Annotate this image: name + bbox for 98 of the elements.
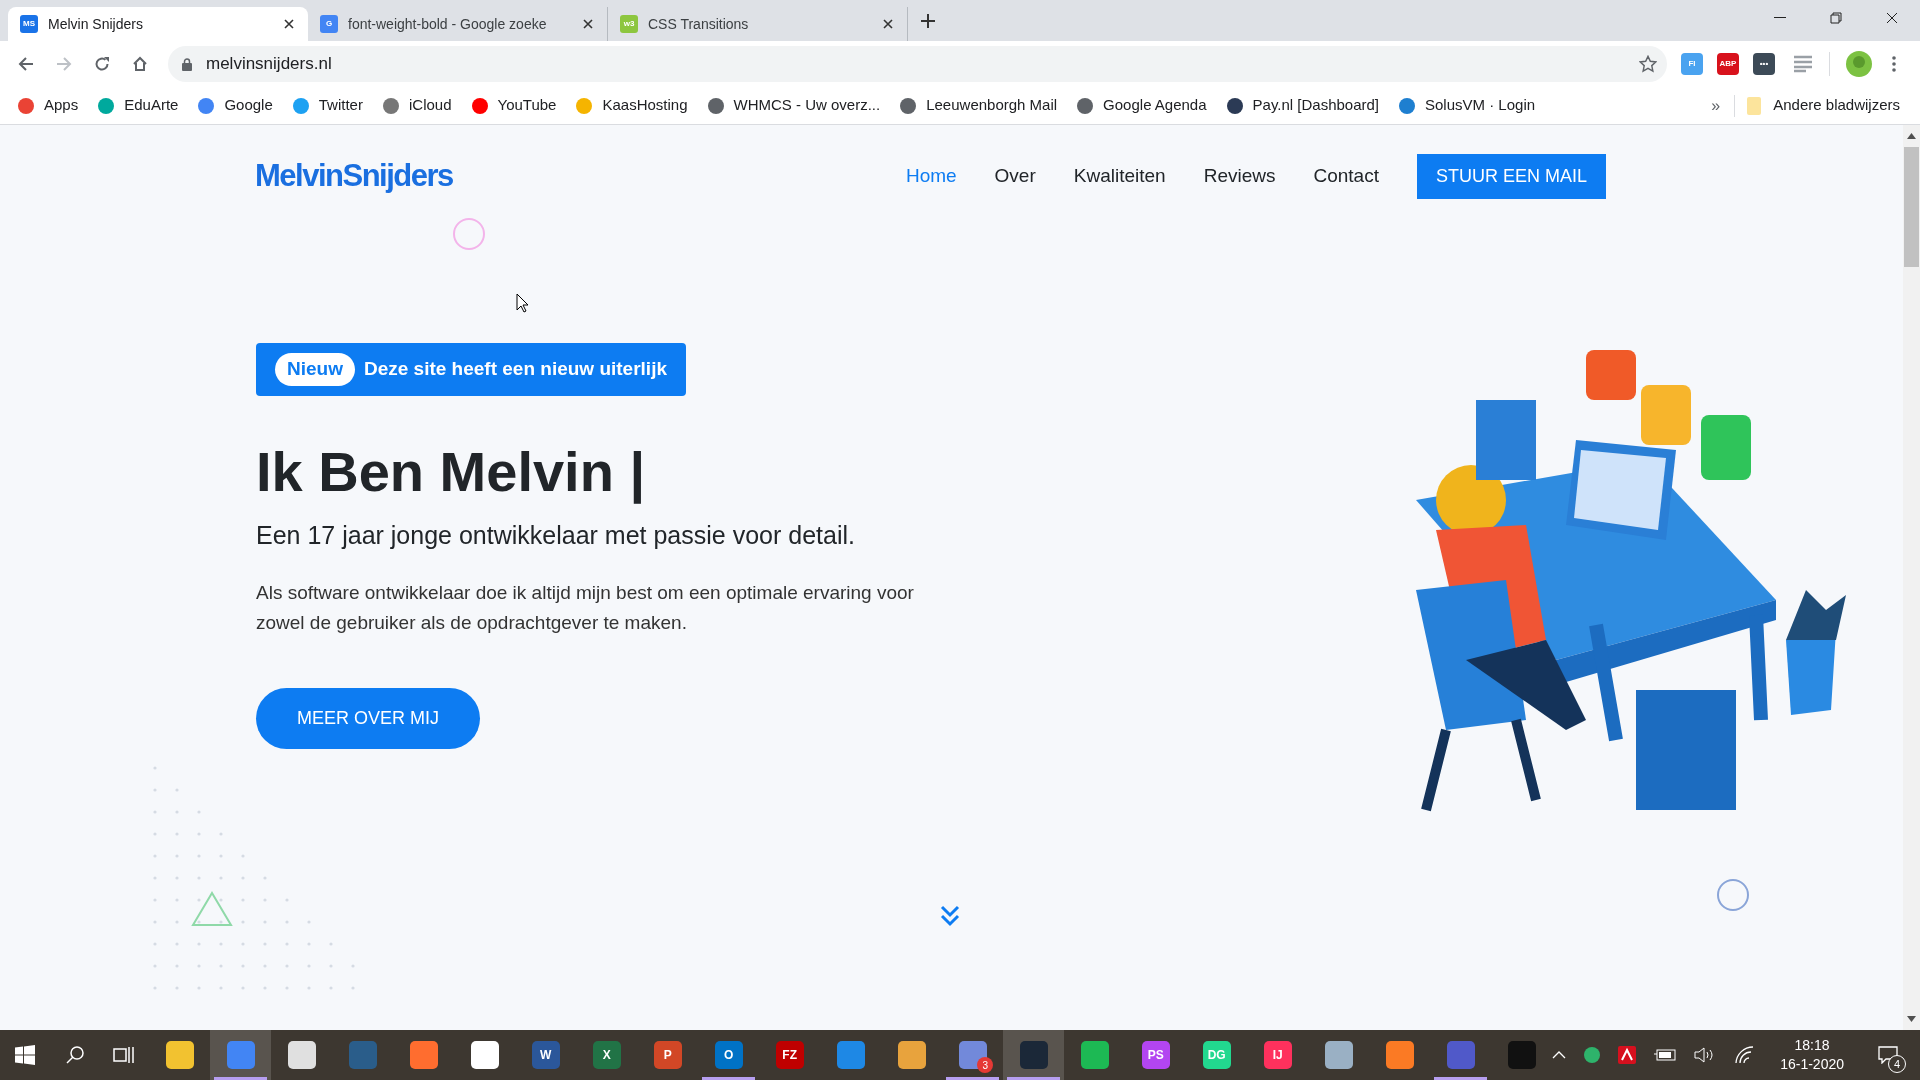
taskbar-app-button[interactable]: X xyxy=(576,1030,638,1080)
hero-heading: Ik Ben Melvin | xyxy=(256,438,647,505)
url-text: melvinsnijders.nl xyxy=(206,53,332,76)
announcement-banner[interactable]: Nieuw Deze site heeft een nieuw uiterlijk xyxy=(256,342,686,396)
more-bookmarks-chevron[interactable]: » xyxy=(1711,93,1721,118)
action-center-button[interactable]: 4 xyxy=(1868,1035,1908,1075)
lock-icon xyxy=(182,57,192,71)
send-mail-button[interactable]: STUUR EEN MAIL xyxy=(1416,153,1606,199)
mouse-cursor-icon xyxy=(516,293,530,313)
double-chevron-down-icon[interactable] xyxy=(940,905,960,927)
home-icon xyxy=(132,56,148,72)
extension-icon[interactable]: ABP xyxy=(1717,53,1739,75)
close-tab-icon[interactable] xyxy=(883,19,893,29)
bookmark-link[interactable]: Leeuwenborgh Mail xyxy=(926,94,1058,117)
taskbar-app-button[interactable]: P xyxy=(637,1030,699,1080)
circle-outline-icon xyxy=(1716,878,1750,912)
app-icon: IJ xyxy=(1263,1041,1292,1069)
bookmark-link[interactable]: WHMCS - Uw overz... xyxy=(733,94,881,117)
tab-favicon: MS xyxy=(20,15,38,33)
taskbar-app-button[interactable]: FZ xyxy=(759,1030,821,1080)
address-bar[interactable]: melvinsnijders.nl xyxy=(168,46,1667,82)
browser-tab[interactable]: MS Melvin Snijders xyxy=(8,7,308,41)
taskbar-app-button[interactable]: W xyxy=(515,1030,577,1080)
profile-avatar-icon[interactable] xyxy=(1846,51,1872,77)
scroll-down-arrow-icon xyxy=(1907,1016,1916,1022)
running-indicator xyxy=(1007,1077,1061,1080)
plus-icon xyxy=(920,13,936,29)
notification-count: 4 xyxy=(1888,1055,1906,1073)
taskbar-app-button[interactable]: PS xyxy=(1125,1030,1187,1080)
nav-link[interactable]: Kwaliteiten xyxy=(1073,162,1166,191)
app-icon: W xyxy=(531,1041,560,1069)
app-icon: O xyxy=(714,1041,743,1069)
running-indicator xyxy=(214,1077,268,1080)
taskbar-app-button[interactable]: 3 xyxy=(942,1030,1004,1080)
bookmark-link[interactable]: Twitter xyxy=(318,94,363,117)
windows-start-icon[interactable] xyxy=(14,1045,35,1065)
hero-subtitle: Een 17 jaar jonge ontwikkelaar met passie voor detail. xyxy=(256,519,856,551)
bookmark-link[interactable]: YouTube xyxy=(497,94,557,117)
restore-icon xyxy=(1830,12,1842,24)
more-about-me-button[interactable]: MEER OVER MIJ xyxy=(256,688,480,750)
nav-link[interactable]: Reviews xyxy=(1203,162,1276,191)
other-bookmarks-link[interactable]: Andere bladwijzers xyxy=(1773,94,1900,117)
folder-icon xyxy=(1747,96,1762,115)
clock-date: 16-1-2020 xyxy=(1780,1055,1844,1074)
app-icon: FZ xyxy=(775,1041,804,1069)
clock-time: 18:18 xyxy=(1794,1036,1830,1055)
taskbar-app-button[interactable] xyxy=(1003,1030,1065,1080)
back-arrow-icon xyxy=(18,56,34,72)
app-icon: X xyxy=(592,1041,621,1069)
bookmark-link[interactable]: Google xyxy=(224,94,273,117)
minimize-icon xyxy=(1774,17,1786,19)
chevron-up-icon[interactable] xyxy=(1552,1051,1567,1059)
extension-icon[interactable]: ••• xyxy=(1753,53,1775,75)
hero-paragraph: Als software ontwikkelaar doe ik altijd mijn best om een optimale ervaring voor zowel de gebruiker als de opdrachtgever te maken. xyxy=(256,581,915,636)
nav-link[interactable]: Home xyxy=(905,162,957,191)
bookmark-link[interactable]: SolusVM · Login xyxy=(1425,94,1536,117)
bookmark-link[interactable]: EduArte xyxy=(124,94,179,117)
tab-favicon: w3 xyxy=(620,15,638,33)
scrollbar[interactable] xyxy=(1903,125,1920,1030)
task-view-icon[interactable] xyxy=(113,1046,136,1064)
reload-icon xyxy=(94,56,110,72)
extension-lines-icon[interactable] xyxy=(1793,55,1813,73)
bookmark-link[interactable]: Pay.nl [Dashboard] xyxy=(1252,94,1379,117)
new-badge: Nieuw xyxy=(275,352,355,386)
scroll-up-arrow-icon xyxy=(1907,133,1916,139)
running-indicator xyxy=(946,1077,1000,1080)
app-icon: P xyxy=(653,1041,682,1069)
tab-favicon: G xyxy=(320,15,338,33)
bookmark-link[interactable]: Apps xyxy=(44,94,79,117)
tab-title: CSS Transitions xyxy=(648,14,750,34)
status-dot-icon[interactable] xyxy=(1584,1047,1601,1063)
bookmark-link[interactable]: Google Agenda xyxy=(1103,94,1207,117)
bookmark-star-icon[interactable] xyxy=(1639,55,1657,73)
circle-outline-icon xyxy=(452,217,486,251)
taskbar-app-button[interactable]: IJ xyxy=(1247,1030,1309,1080)
app-icon: PS xyxy=(1141,1041,1170,1069)
scrollbar-thumb[interactable] xyxy=(1904,147,1919,267)
app-icon: DG xyxy=(1202,1041,1231,1069)
bookmark-link[interactable]: iCloud xyxy=(408,94,452,117)
clock[interactable]: 18:18 16-1-2020 xyxy=(1774,1036,1850,1074)
announcement-text: Deze site heeft een nieuw uiterlijk xyxy=(363,356,667,381)
tab-title: Melvin Snijders xyxy=(48,14,144,34)
close-tab-icon[interactable] xyxy=(583,19,593,29)
nav-link[interactable]: Contact xyxy=(1313,162,1379,191)
battery-icon[interactable] xyxy=(1654,1048,1677,1062)
bookmark-link[interactable]: KaasHosting xyxy=(602,94,688,117)
notification-badge: 3 xyxy=(977,1057,994,1073)
site-logo[interactable]: MelvinSnijders xyxy=(255,153,453,200)
taskbar-app-button[interactable]: O xyxy=(698,1030,760,1080)
close-tab-icon[interactable] xyxy=(284,19,294,29)
running-indicator xyxy=(702,1077,756,1080)
triangle-outline-icon xyxy=(190,890,234,928)
tab-title: font-weight-bold - Google zoeke xyxy=(348,14,548,34)
nav-link[interactable]: Over xyxy=(994,162,1036,191)
forward-arrow-icon xyxy=(56,56,72,72)
close-icon xyxy=(1886,12,1898,24)
search-icon[interactable] xyxy=(64,1045,85,1065)
running-indicator xyxy=(1434,1077,1488,1080)
